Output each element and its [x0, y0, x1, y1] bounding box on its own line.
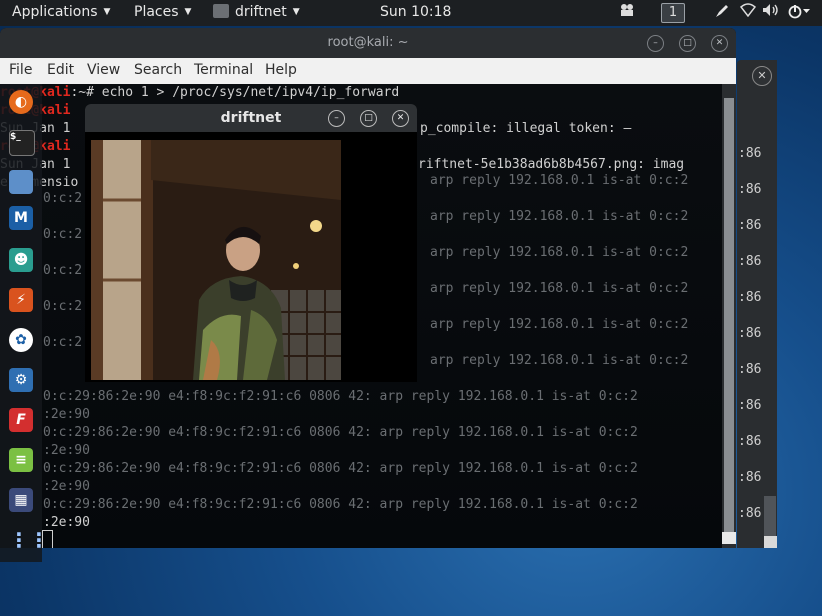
menu-terminal[interactable]: Terminal: [194, 62, 253, 78]
menu-file[interactable]: File: [9, 62, 32, 78]
terminal-title: root@kali: ~: [0, 28, 736, 58]
arp-frag: 0:c:2: [43, 263, 83, 278]
background-window-scrollbar[interactable]: [764, 496, 776, 536]
output-line: p_compile: illegal token: —: [420, 121, 632, 136]
places-label: Places: [134, 4, 179, 20]
arp-tail: :86: [738, 398, 762, 413]
arp-tail: :86: [738, 218, 762, 233]
prompt-rest: :~#: [70, 85, 102, 100]
active-app-menu[interactable]: driftnet ▼: [213, 4, 300, 20]
wifi-icon[interactable]: [739, 3, 757, 21]
arp-line: arp reply 192.168.0.1 is-at 0:c:2: [430, 317, 689, 332]
arp-frag: 0:c:2: [43, 227, 83, 242]
terminal-icon[interactable]: $_: [9, 130, 35, 156]
leafpad-icon[interactable]: ≡: [9, 448, 33, 472]
background-window-strip: [764, 536, 777, 548]
maximize-icon[interactable]: □: [360, 110, 377, 127]
close-icon[interactable]: ✕: [711, 35, 728, 52]
chevron-down-icon: ▼: [292, 7, 300, 17]
arp-tail: :86: [738, 146, 762, 161]
arp-line: arp reply 192.168.0.1 is-at 0:c:2: [430, 281, 689, 296]
arp-tail: :86: [738, 470, 762, 485]
volume-icon[interactable]: [762, 3, 780, 21]
arp-tail: :86: [738, 254, 762, 269]
arp-line: arp reply 192.168.0.1 is-at 0:c:2: [430, 245, 689, 260]
chevron-down-icon: ▼: [103, 7, 111, 17]
captured-image[interactable]: [91, 140, 341, 380]
applications-menu[interactable]: Applications ▼: [12, 4, 110, 20]
files-icon[interactable]: [9, 170, 33, 194]
terminal-scrollbar-end: [722, 532, 736, 544]
minimize-icon[interactable]: –: [328, 110, 345, 127]
burpsuite-icon[interactable]: ⚡: [9, 288, 33, 312]
arp-frag: 0:c:2: [43, 335, 83, 350]
arp-frag: 0:c:2: [43, 299, 83, 314]
arp-line: 0:c:29:86:2e:90 e4:f8:9c:f2:91:c6 0806 4…: [43, 497, 638, 512]
pen-icon[interactable]: [714, 3, 730, 23]
arp-line-cont: :2e:90: [43, 443, 90, 458]
armitage-icon[interactable]: ☻: [9, 248, 33, 272]
arp-line-cont: :2e:90: [43, 479, 90, 494]
active-app-label: driftnet: [235, 4, 287, 20]
metasploit-icon[interactable]: M: [9, 206, 33, 230]
menu-view[interactable]: View: [87, 62, 120, 78]
faraday-icon[interactable]: F: [9, 408, 33, 432]
arp-frag: 0:c:2: [43, 191, 83, 206]
close-icon[interactable]: ✕: [392, 110, 409, 127]
command-text: echo 1 > /proc/sys/net/ipv4/ip_forward: [101, 85, 400, 100]
arp-line: arp reply 192.168.0.1 is-at 0:c:2: [430, 353, 689, 368]
arp-line: arp reply 192.168.0.1 is-at 0:c:2: [430, 173, 689, 188]
dock: ◐ $_ M ☻ ⚡ ✿ ⚙ F ≡ ▦ ⋮⋮: [0, 84, 49, 562]
video-icon[interactable]: [620, 3, 636, 21]
terminal-scrollbar-thumb[interactable]: [724, 98, 734, 540]
driftnet-app-icon: [213, 4, 229, 18]
menu-help[interactable]: Help: [265, 62, 297, 78]
maximize-icon[interactable]: □: [679, 35, 696, 52]
chevron-down-icon: ▼: [184, 7, 192, 17]
minimize-icon[interactable]: –: [647, 35, 664, 52]
menu-edit[interactable]: Edit: [47, 62, 74, 78]
menu-search[interactable]: Search: [134, 62, 182, 78]
arp-tail-column: :86 :86 :86 :86 :86 :86 :86 :86 :86 :86 :86: [738, 136, 761, 532]
places-menu[interactable]: Places ▼: [134, 4, 191, 20]
top-panel: Applications ▼ Places ▼ driftnet ▼ Sun 10:1…: [0, 0, 822, 26]
driftnet-window[interactable]: driftnet – □ ✕: [85, 104, 417, 382]
arp-line: 0:c:29:86:2e:90 e4:f8:9c:f2:91:c6 0806 4…: [43, 389, 638, 404]
maltego-icon[interactable]: ✿: [9, 328, 33, 352]
app-grid-icon[interactable]: ⋮⋮: [9, 528, 49, 552]
clock[interactable]: Sun 10:18: [380, 4, 451, 20]
arp-tail: :86: [738, 506, 762, 521]
power-icon[interactable]: [788, 3, 812, 23]
arp-line-cont: :2e:90: [43, 407, 90, 422]
terminal-menubar: File Edit View Search Terminal Help: [0, 58, 736, 84]
arp-tail: :86: [738, 434, 762, 449]
beef-icon[interactable]: ⚙: [9, 368, 33, 392]
firefox-icon[interactable]: ◐: [9, 90, 33, 114]
arp-tail: :86: [738, 290, 762, 305]
cherrytree-icon[interactable]: ▦: [9, 488, 33, 512]
arp-line: 0:c:29:86:2e:90 e4:f8:9c:f2:91:c6 0806 4…: [43, 425, 638, 440]
applications-label: Applications: [12, 4, 98, 20]
arp-line: arp reply 192.168.0.1 is-at 0:c:2: [430, 209, 689, 224]
arp-tail: :86: [738, 182, 762, 197]
arp-tail: :86: [738, 362, 762, 377]
workspace-indicator[interactable]: 1: [661, 3, 685, 23]
command-line: root@kali:~# echo 1 > /proc/sys/net/ipv4…: [0, 84, 399, 102]
arp-line: 0:c:29:86:2e:90 e4:f8:9c:f2:91:c6 0806 4…: [43, 461, 638, 476]
arp-tail: :86: [738, 326, 762, 341]
close-icon[interactable]: ✕: [752, 66, 772, 86]
captured-photo-graphic: [91, 140, 341, 380]
